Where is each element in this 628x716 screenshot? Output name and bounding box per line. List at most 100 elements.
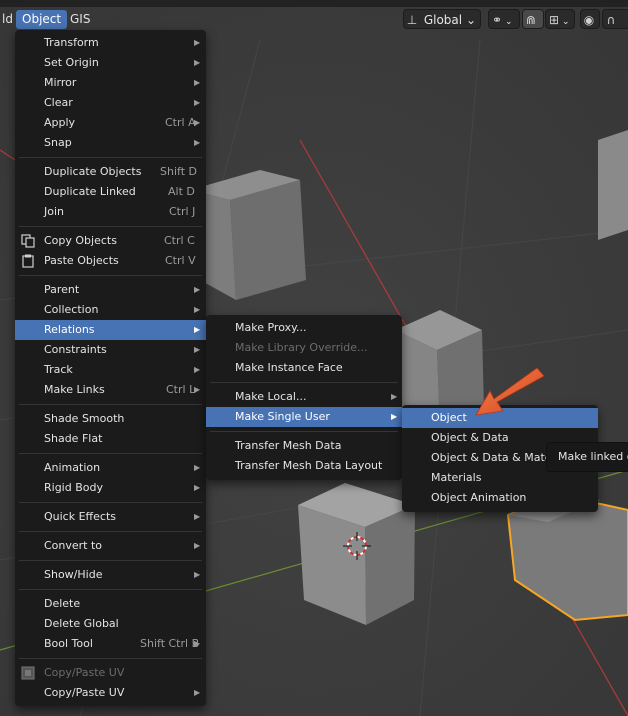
proportional-edit-icon: ◉ <box>583 13 595 27</box>
menu-tab-gis[interactable]: GIS <box>64 10 96 29</box>
menu-item-animation[interactable]: Animation ▶ <box>15 458 206 478</box>
paste-icon <box>22 254 34 268</box>
submenu-arrow-icon: ▶ <box>194 305 201 314</box>
menu-item-parent[interactable]: Parent ▶ <box>15 280 206 300</box>
separator <box>210 431 398 432</box>
menu-item-copy-objects[interactable]: Copy Objects Ctrl C <box>15 231 206 251</box>
submenu-arrow-icon: ▶ <box>194 483 201 492</box>
menu-item-duplicate-linked[interactable]: Duplicate Linked Alt D <box>15 182 206 202</box>
separator <box>19 157 202 158</box>
menu-item-set-origin[interactable]: Set Origin ▶ <box>15 53 206 73</box>
separator <box>19 560 202 561</box>
menu-item-apply[interactable]: Apply Ctrl A ▶ <box>15 113 206 133</box>
menu-item-make-single-user[interactable]: Make Single User ▶ <box>206 407 402 427</box>
pivot-point-dropdown[interactable]: ⚭ ⌄ <box>488 9 520 29</box>
menu-item-convert-to[interactable]: Convert to ▶ <box>15 536 206 556</box>
separator <box>19 453 202 454</box>
menu-item-show-hide[interactable]: Show/Hide ▶ <box>15 565 206 585</box>
chevron-down-icon: ⌄ <box>465 13 476 27</box>
menu-item-join[interactable]: Join Ctrl J <box>15 202 206 222</box>
menu-item-track[interactable]: Track ▶ <box>15 360 206 380</box>
cube-2 <box>598 130 628 240</box>
uv-copy-icon <box>21 666 35 680</box>
menu-item-constraints[interactable]: Constraints ▶ <box>15 340 206 360</box>
menu-item-delete-global[interactable]: Delete Global <box>15 614 206 634</box>
menu-item-make-local[interactable]: Make Local... ▶ <box>206 387 402 407</box>
menu-item-duplicate-objects[interactable]: Duplicate Objects Shift D <box>15 162 206 182</box>
menu-item-make-instance-face[interactable]: Make Instance Face <box>206 358 402 378</box>
menu-item-copy-paste-uv[interactable]: Copy/Paste UV ▶ <box>15 683 206 703</box>
menu-item-object[interactable]: Object <box>402 408 598 428</box>
submenu-arrow-icon: ▶ <box>194 639 201 648</box>
shortcut-label: Shift Ctrl B <box>140 637 200 650</box>
separator <box>19 531 202 532</box>
chevron-down-icon: ⌄ <box>562 17 570 27</box>
submenu-arrow-icon: ▶ <box>194 78 201 87</box>
menu-item-clear[interactable]: Clear ▶ <box>15 93 206 113</box>
separator <box>19 658 202 659</box>
menu-item-relations[interactable]: Relations ▶ <box>15 320 206 340</box>
submenu-arrow-icon: ▶ <box>194 365 201 374</box>
falloff-dropdown[interactable]: ∩ <box>602 9 628 29</box>
separator <box>19 404 202 405</box>
copy-icon <box>21 234 35 248</box>
menu-item-mirror[interactable]: Mirror ▶ <box>15 73 206 93</box>
submenu-arrow-icon: ▶ <box>194 98 201 107</box>
menu-item-paste-objects[interactable]: Paste Objects Ctrl V <box>15 251 206 271</box>
menu-item-transfer-mesh-data[interactable]: Transfer Mesh Data <box>206 436 402 456</box>
shortcut-label: Ctrl J <box>169 205 196 218</box>
menu-item-collection[interactable]: Collection ▶ <box>15 300 206 320</box>
menu-item-object-animation[interactable]: Object Animation <box>402 488 598 508</box>
submenu-arrow-icon: ▶ <box>194 58 201 67</box>
menu-item-make-links[interactable]: Make Links Ctrl L ▶ <box>15 380 206 400</box>
submenu-arrow-icon: ▶ <box>194 541 201 550</box>
submenu-arrow-icon: ▶ <box>194 688 201 697</box>
transform-orientation-dropdown[interactable]: ⊥ Global ⌄ <box>403 9 481 29</box>
menu-item-rigid-body[interactable]: Rigid Body ▶ <box>15 478 206 498</box>
snap-toggle[interactable]: ⋒ <box>522 9 544 29</box>
orientation-icon: ⊥ <box>406 13 418 27</box>
shortcut-label: Ctrl V <box>165 254 196 267</box>
submenu-arrow-icon: ▶ <box>194 345 201 354</box>
tooltip: Make linked d <box>546 442 628 472</box>
separator <box>19 589 202 590</box>
shortcut-label: Alt D <box>168 185 195 198</box>
shortcut-label: Ctrl A <box>165 116 196 129</box>
menu-item-transform[interactable]: Transform ▶ <box>15 33 206 53</box>
menu-item-transfer-mesh-data-layout[interactable]: Transfer Mesh Data Layout <box>206 456 402 476</box>
menu-item-bool-tool[interactable]: Bool Tool Shift Ctrl B ▶ <box>15 634 206 654</box>
separator <box>19 275 202 276</box>
submenu-arrow-icon: ▶ <box>194 118 201 127</box>
separator <box>210 382 398 383</box>
top-strip <box>0 0 628 7</box>
menu-item-delete[interactable]: Delete <box>15 594 206 614</box>
magnet-icon: ⋒ <box>525 13 537 27</box>
pivot-icon: ⚭ <box>491 13 503 27</box>
shortcut-label: Shift D <box>160 165 197 178</box>
snap-target-dropdown[interactable]: ⊞ ⌄ <box>545 9 575 29</box>
menu-item-snap[interactable]: Snap ▶ <box>15 133 206 153</box>
proportional-edit-toggle[interactable]: ◉ <box>580 9 600 29</box>
submenu-arrow-icon: ▶ <box>194 38 201 47</box>
submenu-arrow-icon: ▶ <box>194 325 201 334</box>
menu-item-shade-flat[interactable]: Shade Flat <box>15 429 206 449</box>
submenu-arrow-icon: ▶ <box>194 570 201 579</box>
menu-item-make-library-override: Make Library Override... <box>235 341 368 354</box>
submenu-arrow-icon: ▶ <box>194 385 201 394</box>
menu-item-copy-paste-uv-disabled: Copy/Paste UV <box>15 663 206 683</box>
submenu-arrow-icon: ▶ <box>194 463 201 472</box>
chevron-down-icon: ⌄ <box>505 17 513 27</box>
relations-submenu: Make Proxy... Make Library Override... M… <box>206 315 402 480</box>
menu-item-make-proxy[interactable]: Make Proxy... <box>206 318 402 338</box>
snap-increment-icon: ⊞ <box>548 13 560 27</box>
menu-item-shade-smooth[interactable]: Shade Smooth <box>15 409 206 429</box>
orientation-label: Global <box>423 13 463 27</box>
menu-tab-object[interactable]: Object <box>16 10 68 29</box>
falloff-curve-icon: ∩ <box>606 13 616 27</box>
submenu-arrow-icon: ▶ <box>391 412 398 421</box>
submenu-arrow-icon: ▶ <box>194 512 201 521</box>
submenu-arrow-icon: ▶ <box>391 392 398 401</box>
cube-1 <box>190 170 306 300</box>
menu-item-quick-effects[interactable]: Quick Effects ▶ <box>15 507 206 527</box>
shortcut-label: Ctrl C <box>164 234 195 247</box>
